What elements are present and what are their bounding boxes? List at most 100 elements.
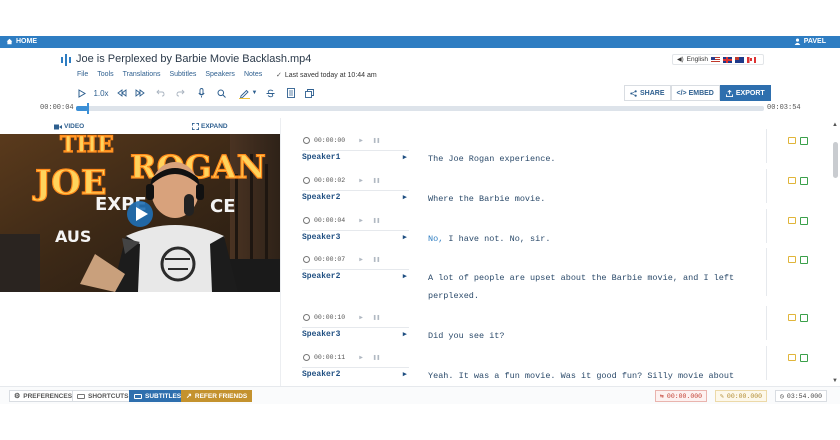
shortcuts-button[interactable]: SHORTCUTS <box>72 390 134 402</box>
confirm-checkbox[interactable] <box>800 354 808 362</box>
forward-button[interactable] <box>134 86 146 100</box>
share-button[interactable]: SHARE <box>624 85 671 101</box>
refer-friends-button[interactable]: ↗ REFER FRIENDS <box>181 390 253 402</box>
segment-text[interactable]: Did you see it? <box>428 327 758 345</box>
highlight-button[interactable]: ▼ <box>236 86 260 100</box>
sync-offset-status[interactable]: ⇆ 00:00.000 <box>655 390 708 402</box>
segment-text[interactable]: Yeah. It was a fun movie. Was it good fu… <box>428 367 758 384</box>
segment-time[interactable]: 00:00:10 <box>314 314 345 321</box>
timeline-handle[interactable] <box>87 103 90 114</box>
undo-button[interactable] <box>154 86 166 100</box>
language-selector[interactable]: ◀) English <box>672 54 764 65</box>
note-icon[interactable] <box>788 177 796 184</box>
subtitles-icon <box>134 393 142 399</box>
pause-segment-icon[interactable]: ❚❚ <box>373 314 380 321</box>
play-segment-icon[interactable]: ▶ <box>359 256 363 263</box>
subtitles-label: SUBTITLES <box>145 392 182 400</box>
playback-speed[interactable]: 1.0x <box>92 86 110 100</box>
caret-right-icon: ▶ <box>402 234 407 242</box>
preferences-button[interactable]: ⚙ PREFERENCES <box>9 390 78 402</box>
expand-button[interactable]: EXPAND <box>192 123 228 130</box>
segment-line: Yeah. It was a fun movie. Was it good fu… <box>428 371 735 381</box>
home-link[interactable]: HOME <box>6 38 37 45</box>
segment-text[interactable]: The Joe Rogan experience. <box>428 150 758 168</box>
confirm-checkbox[interactable] <box>800 256 808 264</box>
play-button[interactable] <box>76 86 88 100</box>
segment-timestamp: 00:00:10 ▶ ❚❚ <box>303 314 380 321</box>
file-title[interactable]: Joe is Perplexed by Barbie Movie Backlas… <box>76 53 311 65</box>
video-player[interactable]: THE JOE ROGAN EXPE CE AUS <box>0 134 280 292</box>
flag-uk-icon[interactable] <box>722 56 732 63</box>
speaker-selector[interactable]: Speaker1 ▶ <box>302 150 409 162</box>
segment-timestamp: 00:00:00 ▶ ❚❚ <box>303 137 380 144</box>
segment-time[interactable]: 00:00:04 <box>314 217 345 224</box>
note-icon[interactable] <box>788 314 796 321</box>
menu-subtitles[interactable]: Subtitles <box>170 71 197 78</box>
notes-button[interactable] <box>285 86 297 100</box>
note-icon[interactable] <box>788 137 796 144</box>
timeline-scrubber[interactable] <box>76 103 764 114</box>
speaker-selector[interactable]: Speaker3 ▶ <box>302 230 409 242</box>
confirm-checkbox[interactable] <box>800 137 808 145</box>
export-button[interactable]: EXPORT <box>719 85 771 101</box>
microphone-button[interactable] <box>195 86 207 100</box>
panel-divider[interactable] <box>280 118 281 386</box>
edit-time-status[interactable]: ✎ 00:00.000 <box>715 390 768 402</box>
menu-tools[interactable]: Tools <box>97 71 113 78</box>
pause-segment-icon[interactable]: ❚❚ <box>373 256 380 263</box>
flag-au-icon[interactable] <box>734 56 744 63</box>
strikethrough-icon <box>266 89 274 97</box>
menu-notes[interactable]: Notes <box>244 71 262 78</box>
segment-text[interactable]: Where the Barbie movie. <box>428 190 758 208</box>
duration-status: ◷ 03:54.000 <box>775 390 828 402</box>
segment-time[interactable]: 00:00:00 <box>314 137 345 144</box>
video-tab[interactable]: VIDEO <box>54 123 84 130</box>
note-icon[interactable] <box>788 354 796 361</box>
segment-text[interactable]: No, I have not. No, sir. <box>428 230 758 248</box>
segment-time[interactable]: 00:00:11 <box>314 354 345 361</box>
transcript-scrollbar[interactable]: ▲ ▼ <box>831 120 840 386</box>
caret-right-icon: ▶ <box>402 371 407 379</box>
flag-ca-icon[interactable] <box>746 56 756 63</box>
clock-icon <box>303 217 310 224</box>
confirm-checkbox[interactable] <box>800 314 808 322</box>
play-segment-icon[interactable]: ▶ <box>359 217 363 224</box>
speaker-selector[interactable]: Speaker2 ▶ <box>302 269 409 281</box>
highlighted-word[interactable]: No, <box>428 234 443 244</box>
redo-button[interactable] <box>174 86 186 100</box>
segment-time[interactable]: 00:00:07 <box>314 256 345 263</box>
play-segment-icon[interactable]: ▶ <box>359 137 363 144</box>
play-overlay-icon[interactable] <box>127 201 153 227</box>
pause-segment-icon[interactable]: ❚❚ <box>373 217 380 224</box>
speaker-selector[interactable]: Speaker2 ▶ <box>302 190 409 202</box>
search-button[interactable] <box>215 86 227 100</box>
menu-translations[interactable]: Translations <box>123 71 161 78</box>
segment-text[interactable]: A lot of people are upset about the Barb… <box>428 269 758 305</box>
scrollbar-thumb[interactable] <box>833 142 838 178</box>
confirm-checkbox[interactable] <box>800 177 808 185</box>
rewind-button[interactable] <box>116 86 128 100</box>
pause-segment-icon[interactable]: ❚❚ <box>373 137 380 144</box>
play-segment-icon[interactable]: ▶ <box>359 314 363 321</box>
menu-file[interactable]: File <box>77 71 88 78</box>
scroll-down-icon[interactable]: ▼ <box>832 378 838 384</box>
note-icon[interactable] <box>788 256 796 263</box>
confirm-checkbox[interactable] <box>800 217 808 225</box>
strikethrough-button[interactable] <box>264 86 276 100</box>
flag-us-icon[interactable] <box>710 56 720 63</box>
speaker-selector[interactable]: Speaker2 ▶ <box>302 367 409 379</box>
play-segment-icon[interactable]: ▶ <box>359 354 363 361</box>
transcript-editor[interactable]: 00:00:00 ▶ ❚❚ Speaker1 ▶ The Joe Rogan ex… <box>290 128 830 384</box>
play-segment-icon[interactable]: ▶ <box>359 177 363 184</box>
pause-segment-icon[interactable]: ❚❚ <box>373 177 380 184</box>
segment-time[interactable]: 00:00:02 <box>314 177 345 184</box>
pause-segment-icon[interactable]: ❚❚ <box>373 354 380 361</box>
subtitles-button[interactable]: SUBTITLES <box>129 390 187 402</box>
note-icon[interactable] <box>788 217 796 224</box>
scroll-up-icon[interactable]: ▲ <box>832 122 838 128</box>
copy-button[interactable] <box>303 86 315 100</box>
embed-button[interactable]: </> EMBED <box>670 85 720 101</box>
user-menu[interactable]: PAVEL <box>794 38 826 45</box>
speaker-selector[interactable]: Speaker3 ▶ <box>302 327 409 339</box>
menu-speakers[interactable]: Speakers <box>205 71 235 78</box>
